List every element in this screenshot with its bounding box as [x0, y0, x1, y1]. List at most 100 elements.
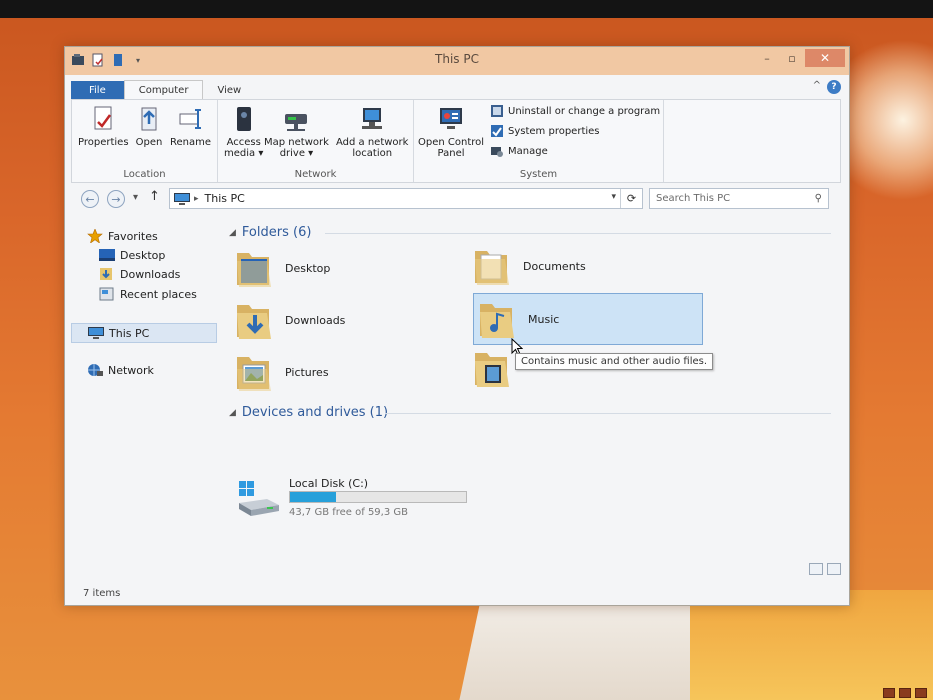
drive-free-space: 43,7 GB free of 59,3 GB [289, 507, 408, 518]
folder-label: Documents [523, 259, 586, 273]
system-group-label: System [519, 169, 558, 180]
tab-file[interactable]: File [71, 81, 124, 100]
recent-places-icon [99, 287, 114, 301]
uninstall-program-button[interactable]: Uninstall or change a program [490, 104, 660, 118]
folder-downloads[interactable]: Downloads [235, 299, 345, 341]
large-icons-view-button[interactable] [827, 563, 841, 575]
folder-label: Music [528, 312, 560, 326]
search-input[interactable]: Search This PC ⚲ [649, 188, 829, 209]
control-panel-label: Open Control [418, 137, 485, 148]
tab-view[interactable]: View [203, 81, 255, 100]
status-bar-item-count: 7 items [83, 588, 121, 599]
system-properties-button[interactable]: System properties [490, 124, 600, 138]
downloads-label: Downloads [120, 267, 181, 281]
devices-section-header[interactable]: ◢ Devices and drives (1) [229, 405, 388, 420]
tray-icon[interactable] [915, 688, 927, 698]
tab-computer[interactable]: Computer [123, 80, 204, 100]
sidebar-item-this-pc[interactable]: This PC [71, 323, 217, 343]
add-network-location-label-2: location [352, 148, 393, 159]
tooltip: Contains music and other audio files. [515, 353, 714, 370]
open-control-panel-button[interactable]: Open Control Panel [418, 104, 484, 159]
folder-label: Desktop [285, 261, 331, 275]
uninstall-icon [491, 105, 503, 117]
this-pc-label: This PC [109, 326, 150, 340]
properties-icon [94, 106, 112, 130]
access-media-button[interactable]: Access media ▾ [224, 104, 263, 159]
collapse-ribbon-icon[interactable]: ^ [813, 80, 821, 94]
drive-local-disk-c[interactable]: Local Disk (C:) 43,7 GB free of 59,3 GB [237, 475, 487, 525]
recent-places-label: Recent places [120, 287, 197, 301]
title-bar[interactable]: ▾ This PC – ▫ ✕ [65, 47, 849, 75]
uninstall-label: Uninstall or change a program [508, 105, 661, 117]
folder-music[interactable]: Music [473, 293, 703, 345]
recent-locations-icon[interactable]: ▾ [133, 192, 138, 203]
drive-name: Local Disk (C:) [289, 477, 369, 490]
rename-button[interactable]: Rename [170, 104, 211, 148]
network-icon [88, 364, 103, 376]
collapse-triangle-icon[interactable]: ◢ [229, 228, 236, 238]
folders-header-label: Folders (6) [241, 225, 312, 240]
sidebar-item-network[interactable]: Network [87, 363, 154, 377]
system-properties-label: System properties [508, 125, 600, 137]
documents-folder-icon [475, 251, 509, 285]
folder-pictures[interactable]: Pictures [235, 351, 329, 393]
map-network-drive-button[interactable]: Map network drive ▾ [264, 104, 329, 159]
tray-icon[interactable] [883, 688, 895, 698]
window-controls: – ▫ ✕ [755, 49, 845, 67]
system-group: Open Control Panel Uninstall or change a… [414, 100, 664, 182]
help-icon[interactable]: ? [827, 80, 841, 94]
this-pc-icon [88, 327, 104, 339]
drive-usage-bar [289, 491, 467, 503]
open-label: Open [135, 137, 163, 148]
sidebar-item-downloads[interactable]: Downloads [99, 267, 180, 281]
collapse-triangle-icon[interactable]: ◢ [229, 408, 236, 418]
section-divider [385, 413, 831, 414]
location-group-label: Location [123, 169, 166, 180]
forward-button[interactable]: → [107, 190, 125, 208]
close-button[interactable]: ✕ [805, 49, 845, 67]
manage-button[interactable]: Manage [490, 144, 548, 158]
details-view-button[interactable] [809, 563, 823, 575]
back-button[interactable]: ← [81, 190, 99, 208]
open-button[interactable]: Open [134, 104, 164, 148]
maximize-button[interactable]: ▫ [780, 49, 804, 67]
search-icon[interactable]: ⚲ [815, 193, 822, 204]
sidebar-item-recent-places[interactable]: Recent places [99, 287, 197, 301]
music-folder-icon [480, 304, 514, 338]
pictures-folder-icon [237, 357, 271, 391]
address-bar[interactable]: ▸ This PC ▾ ⟳ [169, 188, 643, 209]
up-arrow-icon[interactable]: ↑ [149, 189, 160, 204]
access-media-label: Access [226, 137, 261, 148]
system-tray [883, 688, 927, 698]
videos-folder-icon [475, 353, 509, 387]
favorites-label: Favorites [108, 229, 158, 243]
manage-label: Manage [508, 145, 548, 157]
breadcrumb-this-pc[interactable]: This PC [205, 192, 245, 205]
tray-icon[interactable] [899, 688, 911, 698]
properties-label: Properties [78, 137, 129, 148]
monitor-bezel [0, 0, 933, 18]
ribbon-tabs: File Computer View [71, 78, 255, 100]
minimize-button[interactable]: – [755, 49, 779, 67]
properties-button[interactable]: Properties [78, 104, 129, 148]
folder-label: Pictures [285, 365, 329, 379]
sidebar-item-desktop[interactable]: Desktop [99, 248, 165, 262]
add-network-location-button[interactable]: Add a network location [336, 104, 408, 159]
navigation-bar: ← → ▾ ↑ ▸ This PC ▾ ⟳ Search This PC ⚲ [71, 187, 841, 211]
section-divider [325, 233, 831, 234]
open-icon [141, 107, 157, 131]
search-placeholder: Search This PC [656, 193, 731, 204]
network-group-label: Network [294, 169, 337, 180]
folders-section-header[interactable]: ◢ Folders (6) [229, 225, 311, 240]
address-dropdown-icon[interactable]: ▾ [611, 192, 616, 202]
location-group: Properties Open Rename Location [72, 100, 218, 182]
add-network-location-icon [362, 108, 383, 129]
folder-desktop[interactable]: Desktop [235, 247, 330, 289]
breadcrumb-chevron-icon[interactable]: ▸ [194, 194, 199, 204]
network-group: Access media ▾ Map network drive ▾ Add a… [218, 100, 414, 182]
folder-documents[interactable]: Documents [473, 245, 586, 287]
sidebar-item-favorites[interactable]: Favorites [87, 229, 158, 243]
refresh-button[interactable]: ⟳ [620, 189, 642, 208]
add-network-location-label: Add a network [336, 137, 409, 148]
view-toggle [809, 563, 841, 575]
